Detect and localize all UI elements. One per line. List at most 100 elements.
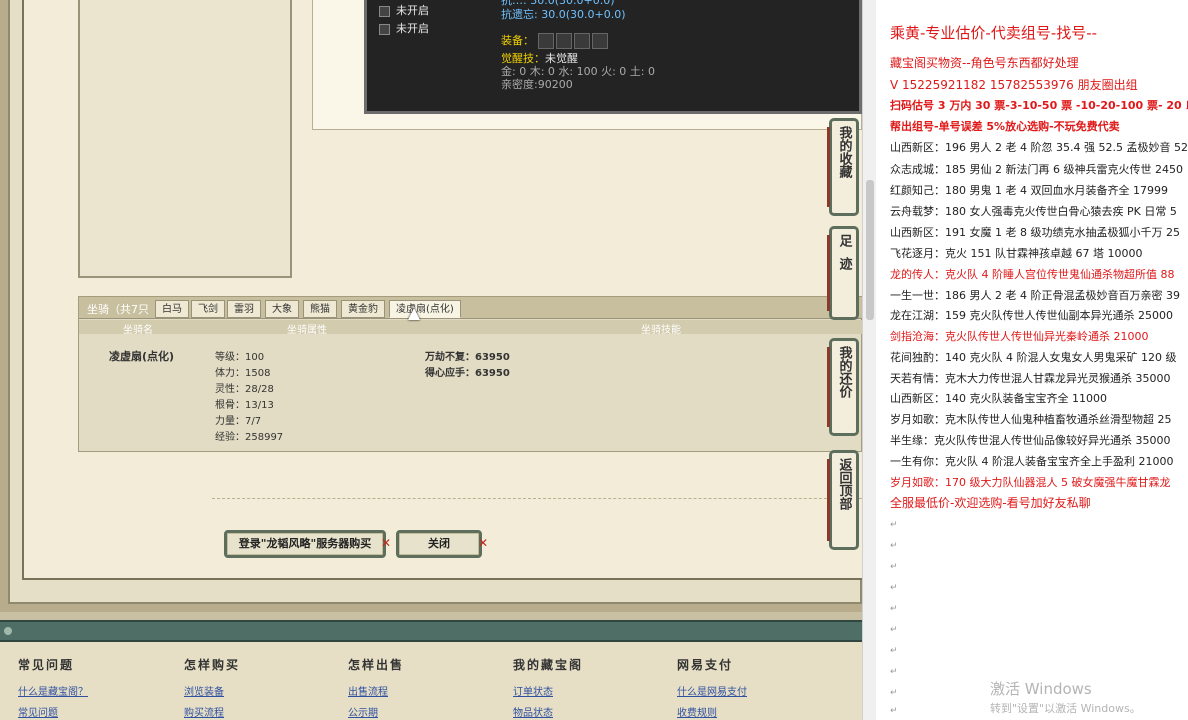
item-tooltip: 未开启 未开启 抗…: 30.0(30.0+0.0) 抗遗忘: 30.0(30.…	[364, 0, 862, 114]
paragraph-mark: ↵	[890, 667, 898, 677]
mount-attr: 体力：1508	[215, 368, 271, 379]
paragraph-mark: ↵	[890, 646, 898, 656]
tab-mount-5[interactable]: 熊猫	[303, 300, 337, 318]
bullet-icon	[4, 627, 12, 635]
tab-mount-1[interactable]: 白马	[155, 300, 189, 318]
lock-icon	[379, 5, 390, 17]
paragraph-mark: ↵	[890, 604, 898, 614]
doc-line: 帮出组号-单号误差 5%放心选购-不玩免费代卖	[890, 120, 1120, 133]
my-counteroffer-button[interactable]: 我的还价	[827, 338, 859, 436]
side-button-label: 返回顶部	[836, 458, 852, 510]
mount-attr: 根骨：13/13	[215, 400, 274, 411]
footer-link[interactable]: 出售流程	[348, 683, 404, 698]
paragraph-mark: ↵	[890, 520, 898, 530]
paragraph-mark: ↵	[890, 541, 898, 551]
listing-line: 剑指沧海：克火队传世人传世仙异光秦岭通杀 21000	[890, 330, 1149, 343]
footer-link[interactable]: 购买流程	[184, 704, 240, 719]
listing-line: 龙在江湖：159 克火队传世人传世仙副本异光通杀 25000	[890, 309, 1173, 322]
listing-line: 一生一世：186 男人 2 老 4 阶正骨混孟极妙音百万亲密 39	[890, 289, 1180, 302]
footer-col-buy: 怎样购买 浏览装备 购买流程	[184, 656, 240, 720]
listing-line: 天若有情：克木大力传世混人甘霖龙异光灵猴通杀 35000	[890, 372, 1171, 385]
mount-name: 凌虚扇(点化)	[109, 350, 175, 363]
listing-line: 龙的传人：克火队 4 阶睡人宫位传世鬼仙通杀物超所值 88	[890, 268, 1175, 281]
tab-mount-7[interactable]: 凌虚扇(点化)	[389, 300, 461, 318]
tooltip-row-1: 未开启	[379, 2, 429, 18]
login-server-buy-button[interactable]: 登录"龙韬风略"服务器购买	[224, 530, 386, 558]
close-x-icon: ✕	[381, 536, 392, 550]
accent-bar	[827, 459, 830, 541]
page-scrollbar[interactable]	[862, 0, 876, 720]
listing-line: 半生缘：克火队传世混人传世仙品像较好异光通杀 35000	[890, 434, 1171, 447]
footprint-button[interactable]: 足迹	[827, 226, 859, 320]
scrollbar-thumb[interactable]	[866, 180, 874, 320]
tooltip-row-2: 未开启	[379, 20, 429, 36]
listing-line: 山西新区：196 男人 2 老 4 阶忽 35.4 强 52.5 孟极妙音 52…	[890, 141, 1188, 154]
equip-slot	[591, 33, 608, 49]
mount-section: 坐骑（共7只 白马 飞剑 雷羽 大象 熊猫 黄金豹 凌虚扇(点化) 坐骑名 坐骑…	[78, 296, 862, 452]
paragraph-mark: ↵	[890, 625, 898, 635]
side-button-label: 我的还价	[836, 346, 852, 398]
tab-mount-3[interactable]: 雷羽	[227, 300, 261, 318]
footer-link[interactable]: 浏览装备	[184, 683, 240, 698]
divider	[212, 498, 862, 499]
mount-attr: 等级：100	[215, 352, 265, 363]
tab-mount-6[interactable]: 黄金豹	[341, 300, 385, 318]
footer-link[interactable]: 什么是网易支付	[677, 683, 747, 698]
listing-line: 岁月如歌：170 级大力队仙器混人 5 破女魔强牛魔甘霖龙	[890, 476, 1171, 489]
doc-line: 藏宝阁买物资--角色号东西都好处理	[890, 56, 1079, 70]
back-to-top-button[interactable]: 返回顶部	[827, 450, 859, 550]
mount-count-title: 坐骑（共7只	[87, 303, 149, 316]
equip-slot	[555, 33, 572, 49]
listing-line: 红颜知己：180 男鬼 1 老 4 双回血水月装备齐全 17999	[890, 184, 1168, 197]
my-favorites-button[interactable]: 我的收藏	[827, 118, 859, 216]
listing-line: 云舟载梦：180 女人强毒克火传世白骨心猿去疾 PK 日常 5	[890, 205, 1177, 218]
footer-col-sell: 怎样出售 出售流程 公示期	[348, 656, 404, 720]
text-document: 乘黄-专业估价-代卖组号-找号-- 藏宝阁买物资--角色号东西都好处理 V 15…	[876, 0, 1188, 720]
listing-line: 一生有你：克火队 4 阶混人装备宝宝齐全上手盈利 21000	[890, 455, 1174, 468]
close-x-icon: ✕	[478, 536, 489, 550]
paragraph-mark: ↵	[890, 583, 898, 593]
footer-link[interactable]: 物品状态	[513, 704, 583, 719]
paragraph-mark: ↵	[890, 562, 898, 572]
listing-line: 飞花逐月：克火 151 队甘霖神孩卓越 67 塔 10000	[890, 247, 1143, 260]
doc-line: 扫码估号 3 万内 30 票-3-10-50 票 -10-20-100 票- 2…	[890, 99, 1188, 112]
equip-row: 装备：	[501, 32, 610, 49]
footer-link[interactable]: 常见问题	[18, 704, 88, 719]
footer-link[interactable]: 什么是藏宝阁？	[18, 683, 88, 698]
game-web-page: 未开启 未开启 抗…: 30.0(30.0+0.0) 抗遗忘: 30.0(30.…	[0, 0, 862, 720]
footer-col-my: 我的藏宝阁 订单状态 物品状态	[513, 656, 583, 720]
equip-slot	[573, 33, 590, 49]
accent-bar	[827, 127, 830, 207]
mount-table-header: 坐骑名 坐骑属性 坐骑技能	[79, 320, 862, 336]
tab-mount-2[interactable]: 飞剑	[191, 300, 225, 318]
close-button[interactable]: 关闭	[396, 530, 482, 558]
activation-watermark-text: 转到"设置"以激活 Windows。	[990, 702, 1141, 715]
mount-attr: 经验：258997	[215, 432, 284, 443]
footer-heading: 常见问题	[18, 658, 75, 672]
footer-col-pay: 网易支付 什么是网易支付 收费规则	[677, 656, 747, 720]
mount-skill: 得心应手：63950	[425, 368, 510, 379]
footer-divider-bar	[0, 620, 862, 642]
footer-col-faq: 常见问题 什么是藏宝阁？ 常见问题	[18, 656, 88, 720]
mount-attr: 灵性：28/28	[215, 384, 274, 395]
footer-link[interactable]: 订单状态	[513, 683, 583, 698]
mount-table-body: 凌虚扇(点化) 等级：100 体力：1508 灵性：28/28 根骨：13/13…	[79, 334, 862, 452]
footer-heading: 怎样出售	[348, 658, 405, 672]
footer-heading: 怎样购买	[184, 658, 241, 672]
accent-bar	[827, 235, 830, 311]
mount-attr: 力量：7/7	[215, 416, 262, 427]
paragraph-mark: ↵	[890, 688, 898, 698]
side-button-label: 我的收藏	[836, 126, 852, 178]
footer-link[interactable]: 公示期	[348, 704, 404, 719]
role-image-column	[78, 0, 292, 278]
paragraph-mark: ↵	[890, 706, 898, 716]
footer-heading: 网易支付	[677, 658, 734, 672]
activation-watermark-title: 激活 Windows	[990, 680, 1092, 698]
lock-icon	[379, 23, 390, 35]
tab-mount-4[interactable]: 大象	[265, 300, 299, 318]
listing-line: 众志成城：185 男仙 2 新法门再 6 级神兵雷克火传世 2450	[890, 163, 1183, 176]
mount-tab-bar: 坐骑（共7只 白马 飞剑 雷羽 大象 熊猫 黄金豹 凌虚扇(点化)	[79, 297, 862, 319]
footer-link[interactable]: 收费规则	[677, 704, 747, 719]
tooltip-stat-2: 抗遗忘: 30.0(30.0+0.0)	[501, 8, 626, 21]
side-button-label: 足迹	[836, 234, 852, 280]
